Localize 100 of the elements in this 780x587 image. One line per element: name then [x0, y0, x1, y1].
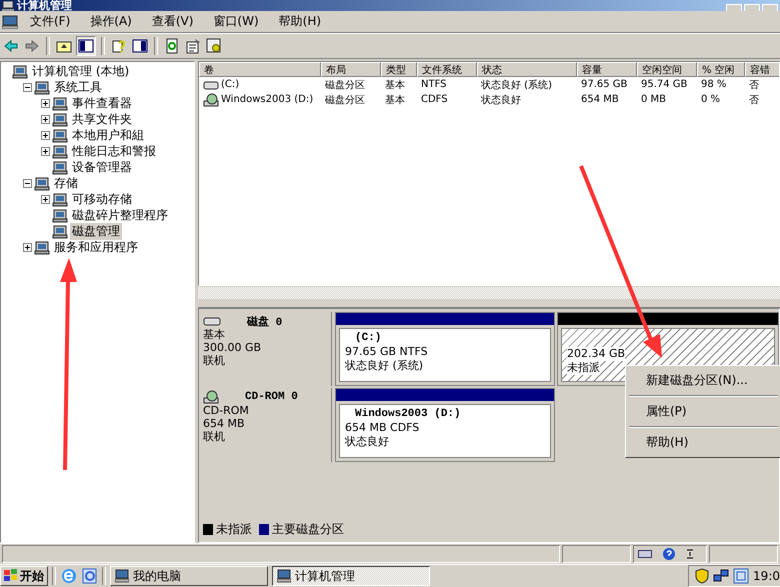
partition-detail: 654 MB CDFS: [345, 421, 420, 435]
column-header[interactable]: 卷: [199, 62, 321, 77]
menu-item[interactable]: 文件(F): [22, 13, 78, 30]
column-header[interactable]: 容量: [577, 62, 637, 77]
table-cell-text: 654 MB: [580, 93, 620, 107]
tree-item[interactable]: 系统工具: [52, 78, 104, 96]
table-cell-text: 否: [748, 78, 760, 92]
forward-arrow-button[interactable]: [23, 37, 41, 55]
collapse-icon[interactable]: [23, 178, 32, 188]
computer-icon: [2, 14, 18, 28]
menu-item[interactable]: 窗口(W): [205, 13, 267, 30]
column-header[interactable]: % 空闲: [697, 62, 745, 77]
table-cell-text: 0 %: [700, 93, 722, 107]
windows-logo-icon: [4, 569, 18, 583]
column-header[interactable]: 类型: [381, 62, 417, 77]
table-cell-text: 98 %: [700, 78, 728, 92]
table-cell: (C:): [221, 79, 240, 90]
keyboard-icon: [638, 549, 652, 559]
disk-name: CD-ROM 0: [245, 391, 298, 403]
disk-detail: CD-ROM: [203, 404, 250, 417]
tree-item[interactable]: 性能日志和警报: [70, 142, 158, 160]
collapse-icon[interactable]: [23, 82, 32, 92]
table-cell-text: 状态良好 (系统): [480, 78, 553, 92]
partition-detail: 97.65 GB NTFS: [345, 345, 429, 359]
menu-item[interactable]: 操作(A): [82, 13, 140, 30]
partition-block[interactable]: Windows2003 (D:) 654 MB CDFS 状态良好: [335, 388, 555, 462]
network-icon: [713, 568, 730, 584]
disk-detail: 基本: [203, 328, 226, 341]
expand-icon[interactable]: [23, 242, 32, 252]
disk-detail: 联机: [203, 430, 226, 443]
window-title: 计算机管理: [17, 0, 72, 11]
table-cell-text: 状态良好: [480, 94, 522, 107]
column-header[interactable]: 文件系统: [417, 62, 477, 77]
column-header[interactable]: 布局: [321, 62, 381, 77]
expand-icon[interactable]: [41, 130, 50, 140]
taskbar-button[interactable]: 计算机管理: [272, 566, 430, 586]
options-icon: [686, 547, 694, 561]
status-panel: [562, 545, 631, 563]
menu-item[interactable]: 帮助(H): [628, 431, 779, 454]
browser-icon[interactable]: [60, 567, 78, 585]
partition-status: 状态良好: [345, 435, 390, 449]
taskbar-button[interactable]: 我的电脑: [110, 566, 268, 586]
table-cell-text: CDFS: [420, 93, 449, 107]
table-cell-text: 基本: [384, 78, 406, 92]
tree-item[interactable]: 本地用户和組: [70, 126, 146, 144]
network-icon: [733, 568, 750, 584]
disk-detail: 300.00 GB: [203, 341, 262, 354]
table-cell-text: 基本: [384, 94, 406, 107]
back-arrow-button[interactable]: [2, 37, 20, 55]
disk-detail: 654 MB: [203, 417, 246, 430]
menu-item[interactable]: 属性(P): [628, 400, 779, 423]
partition-status: 未指派: [567, 361, 600, 375]
expand-icon[interactable]: [41, 114, 50, 124]
start-button[interactable]: 开始: [0, 566, 48, 586]
expand-icon[interactable]: [41, 194, 50, 204]
settings-button[interactable]: [205, 37, 223, 55]
disk-name: 磁盘 0: [247, 315, 282, 328]
menu-item[interactable]: 查看(V): [144, 13, 202, 30]
column-header[interactable]: 状态: [477, 62, 577, 77]
expand-icon[interactable]: [41, 146, 50, 156]
table-cell-text: 97.65 GB: [580, 78, 628, 92]
partition-status: 状态良好 (系统): [345, 359, 424, 373]
tree-item[interactable]: 磁盘碎片整理程序: [70, 206, 170, 224]
table-cell-text: 0 MB: [640, 93, 668, 107]
tree-item[interactable]: 计算机管理 (本地): [30, 62, 132, 80]
status-panel: [709, 545, 778, 563]
table-cell-text: 否: [748, 94, 760, 107]
table-cell-text: 95.74 GB: [640, 78, 688, 92]
panel-button[interactable]: [131, 37, 149, 55]
column-header[interactable]: 空闲空间: [637, 62, 697, 77]
table-cell: Windows2003 (D:): [221, 94, 314, 105]
legend-label: 未指派: [216, 521, 252, 538]
tree-item[interactable]: 存储: [52, 174, 80, 192]
horizontal-scrollbar[interactable]: [198, 286, 780, 299]
tree-item[interactable]: 服务和应用程序: [52, 238, 140, 256]
tree-item[interactable]: 磁盘管理: [70, 222, 122, 240]
partition-block[interactable]: (C:) 97.65 GB NTFS 状态良好 (系统): [335, 312, 555, 386]
partition-detail: 202.34 GB: [567, 347, 626, 361]
menu-item[interactable]: 帮助(H): [270, 13, 330, 30]
computer-icon: [115, 569, 129, 583]
clock: 19:0: [753, 569, 780, 583]
properties-button[interactable]: [184, 37, 202, 55]
table-cell-text: 磁盘分区: [324, 78, 366, 92]
shield-icon: [695, 568, 710, 584]
tree-item[interactable]: 共享文件夹: [70, 110, 134, 128]
partition-label: Windows2003 (D:): [354, 407, 462, 421]
tree-pane-button[interactable]: [76, 36, 96, 56]
page-icon[interactable]: [82, 567, 98, 585]
expand-icon[interactable]: [41, 98, 50, 108]
disk-detail: 联机: [203, 354, 226, 367]
partition-label: (C:): [354, 331, 382, 345]
help-icon: [662, 547, 676, 561]
table-cell-text: 磁盘分区: [324, 94, 366, 107]
column-header[interactable]: 容错: [745, 62, 779, 77]
tree-item[interactable]: 可移动存储: [70, 190, 134, 208]
tree-item[interactable]: 事件查看器: [70, 94, 134, 112]
legend-label: 主要磁盘分区: [272, 521, 344, 538]
cd-drive-icon: [203, 92, 219, 106]
computer-icon: [277, 569, 291, 583]
tree-item[interactable]: 设备管理器: [70, 158, 134, 176]
